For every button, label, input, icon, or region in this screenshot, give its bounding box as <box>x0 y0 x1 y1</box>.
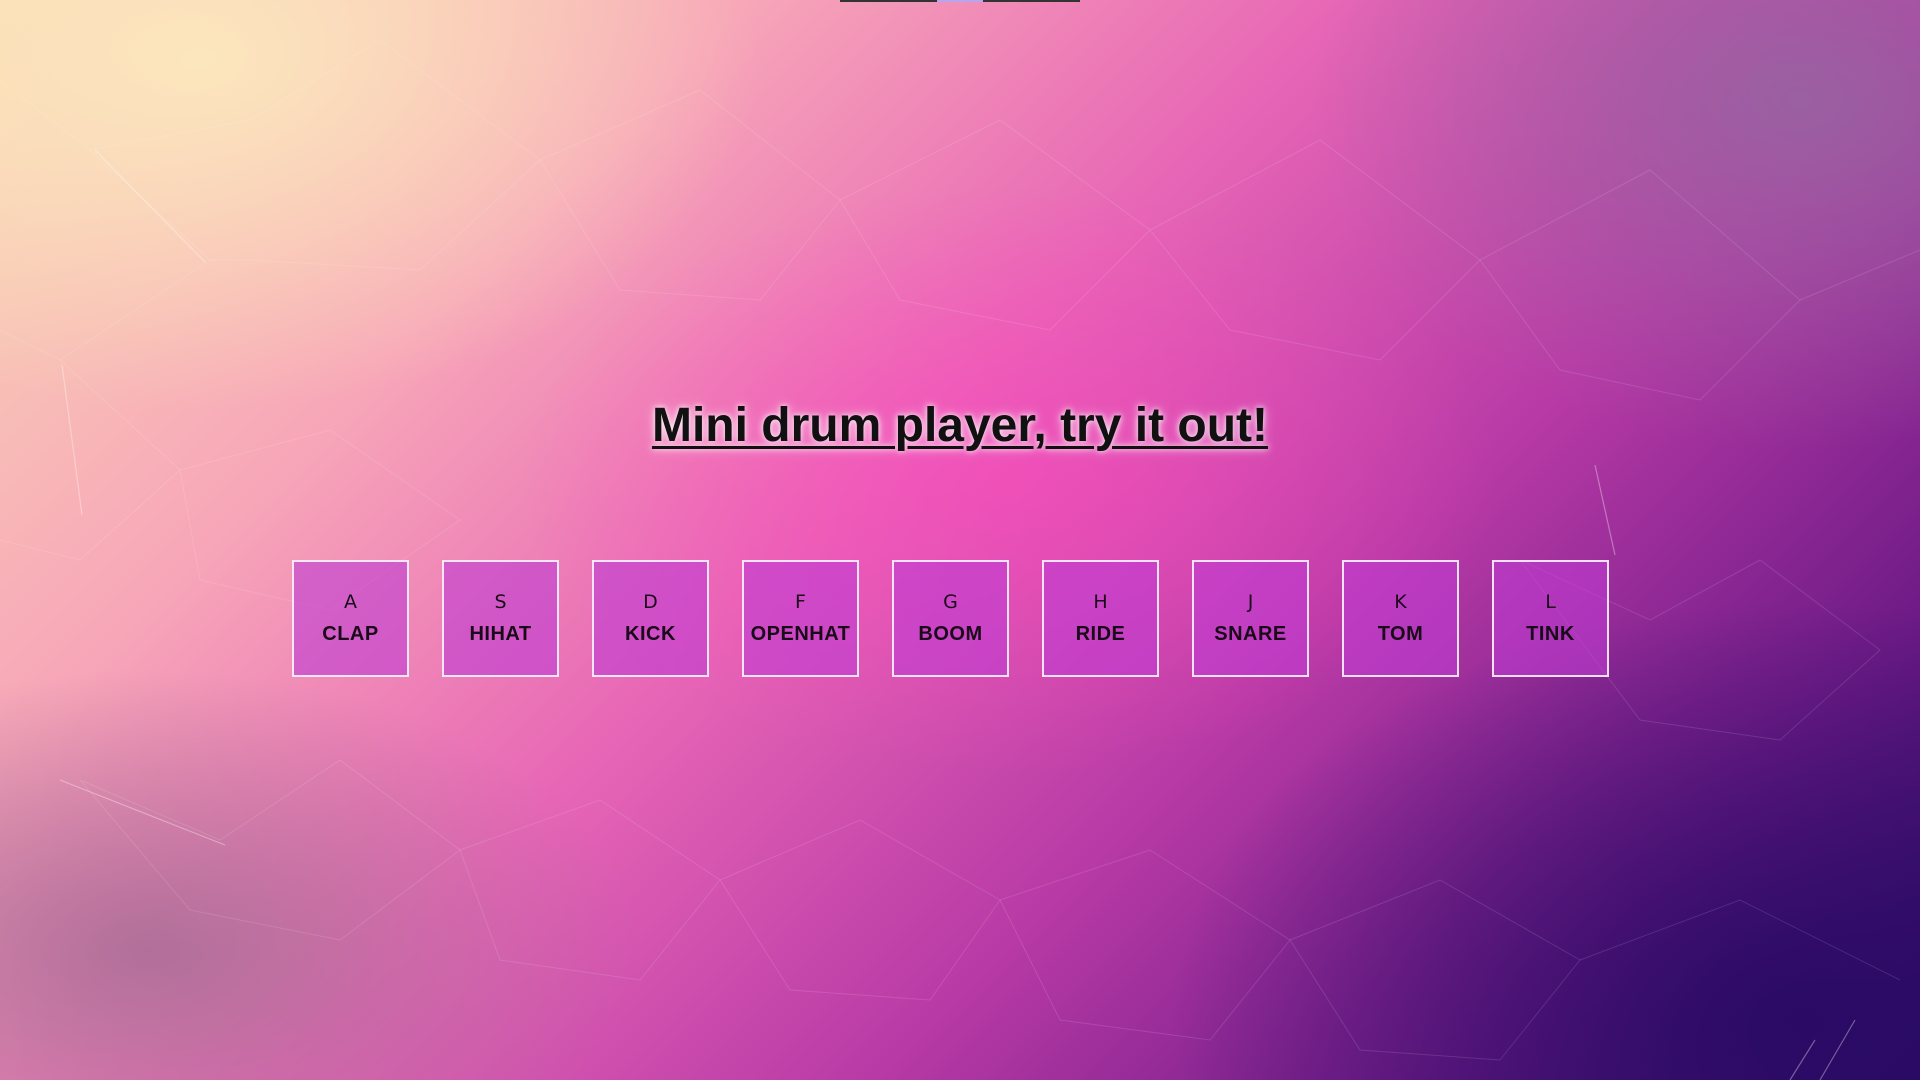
key-letter: K <box>1394 591 1407 613</box>
drum-key-ride[interactable]: H RIDE <box>1042 560 1159 677</box>
key-sound-label: TOM <box>1377 623 1424 645</box>
key-sound-label: KICK <box>625 623 676 645</box>
drum-key-openhat[interactable]: F OPENHAT <box>742 560 859 677</box>
drum-key-boom[interactable]: G BOOM <box>892 560 1009 677</box>
key-sound-label: HIHAT <box>469 623 532 645</box>
top-accent-bar <box>840 0 1080 2</box>
polygon-background <box>0 39 1920 1080</box>
key-sound-label: CLAP <box>322 623 379 645</box>
key-sound-label: BOOM <box>918 623 983 645</box>
key-letter: G <box>943 591 958 613</box>
key-letter: J <box>1247 591 1254 613</box>
key-sound-label: OPENHAT <box>750 623 851 645</box>
key-sound-label: RIDE <box>1075 623 1126 645</box>
key-sound-label: TINK <box>1526 623 1575 645</box>
drum-key-tom[interactable]: K TOM <box>1342 560 1459 677</box>
key-letter: A <box>344 591 357 613</box>
drum-key-tink[interactable]: L TINK <box>1492 560 1609 677</box>
drum-key-clap[interactable]: A CLAP <box>292 560 409 677</box>
drum-keys: A CLAP S HIHAT D KICK F OPENHAT G BOOM H… <box>292 560 1609 677</box>
drum-key-kick[interactable]: D KICK <box>592 560 709 677</box>
key-letter: F <box>795 591 806 613</box>
key-letter: L <box>1545 591 1556 613</box>
key-letter: S <box>494 591 507 613</box>
drum-key-hihat[interactable]: S HIHAT <box>442 560 559 677</box>
key-letter: H <box>1093 591 1108 613</box>
key-letter: D <box>643 591 658 613</box>
drum-key-snare[interactable]: J SNARE <box>1192 560 1309 677</box>
drum-kit-page: { "page": { "title": "Mini drum player, … <box>0 0 1920 1080</box>
page-title: Mini drum player, try it out! <box>651 399 1269 452</box>
key-sound-label: SNARE <box>1214 623 1287 645</box>
